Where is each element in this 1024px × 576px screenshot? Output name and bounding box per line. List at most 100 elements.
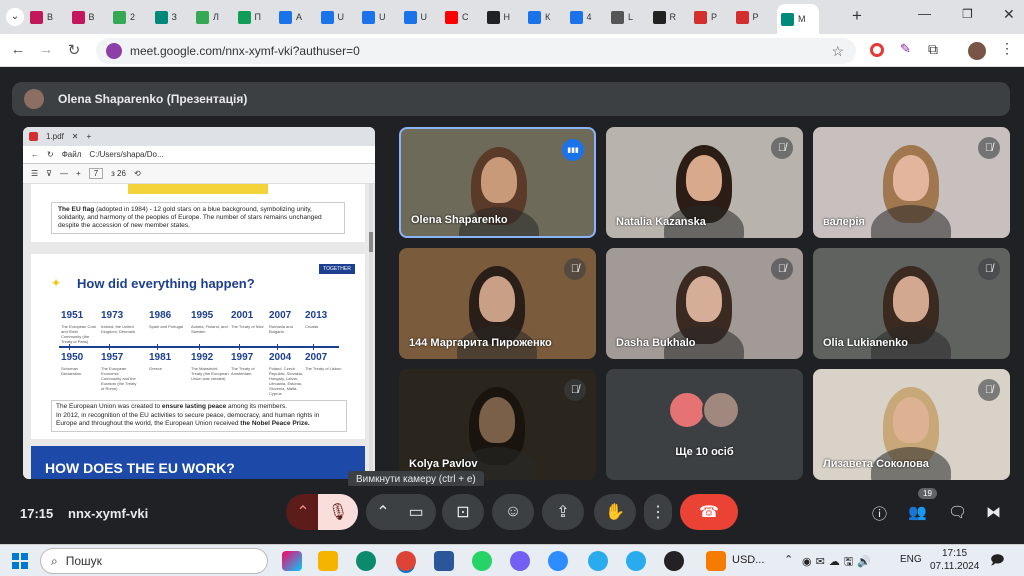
pen-extension-icon[interactable]: ✎ (900, 41, 911, 57)
viber-icon[interactable] (510, 551, 530, 571)
chat-icon[interactable]: 🗨 (948, 503, 967, 521)
browser-tab[interactable]: А (279, 7, 321, 27)
browser-tab[interactable]: R (652, 7, 695, 27)
tab-search-icon[interactable]: ⌄ (6, 8, 24, 26)
participant-face (481, 157, 517, 203)
raise-hand-button[interactable]: ✋ (594, 494, 636, 530)
tab-label: U (379, 12, 386, 22)
video-options-button[interactable]: ⌃ (366, 494, 400, 530)
timeline-heading: How did everything happen? (77, 276, 255, 291)
notifications-icon[interactable]: 🗩 (990, 551, 1004, 573)
timeline-tick (199, 344, 200, 350)
mic-off-button[interactable]: 🎙 (318, 494, 358, 530)
peace-text-1: The European Union was created to (56, 403, 162, 410)
browser-tab[interactable]: Р (694, 7, 736, 27)
browser-tab[interactable]: Н (486, 7, 529, 27)
audio-options-button[interactable]: ⌃ (286, 494, 320, 530)
hang-up-button[interactable]: ☎ (680, 494, 738, 530)
browser-tab[interactable]: С (445, 7, 487, 27)
participants-count-badge: 19 (918, 488, 937, 499)
menu-icon[interactable]: ⋮ (1000, 40, 1014, 57)
restore-icon[interactable]: ❐ (962, 7, 973, 21)
browser-tab[interactable]: З (154, 7, 197, 27)
people-icon[interactable]: 👥 (908, 503, 927, 521)
shared-address-bar: ← ↻ Файл C:/Users/shapa/Do... (23, 146, 375, 164)
browser-tab[interactable]: М (777, 4, 819, 34)
present-button[interactable]: ⇪ (542, 494, 584, 530)
taskbar-search[interactable]: ⌕ Пошук (40, 548, 268, 574)
peace-bold-1: ensure lasting peace (161, 403, 227, 410)
browser-tab[interactable]: К (528, 7, 570, 27)
browser-tab[interactable]: L (611, 7, 653, 27)
meeting-info-icon[interactable]: ⓘ (872, 503, 887, 524)
captions-button[interactable]: ⊡ (442, 494, 484, 530)
close-window-icon[interactable]: ✕ (1003, 6, 1015, 23)
bookmark-star-icon[interactable]: ☆ (831, 43, 844, 60)
participant-tile[interactable]: Kolya Pavlov 🎙̸ (399, 369, 596, 480)
participant-tile[interactable]: Dasha Bukhalo 🎙̸ (606, 248, 803, 359)
file-explorer-icon[interactable] (318, 551, 338, 571)
browser-tab[interactable]: Л (196, 7, 238, 27)
tray-chevron-icon[interactable]: ⌃ (784, 553, 793, 566)
windows-start-icon[interactable] (12, 553, 28, 569)
browser-tab[interactable]: U (320, 7, 363, 27)
minimize-icon[interactable]: — (918, 6, 931, 21)
back-icon[interactable]: ← (8, 41, 28, 58)
activities-icon[interactable]: ⧓ (986, 503, 1001, 521)
tab-favicon (279, 10, 292, 24)
participant-avatar (668, 391, 706, 429)
whatsapp-icon[interactable] (472, 551, 492, 571)
shared-path: C:/Users/shapa/Do... (89, 150, 164, 159)
browser-tab[interactable]: В (30, 7, 72, 27)
url-bar[interactable]: meet.google.com/nnx-xymf-vki?authuser=0 … (96, 38, 856, 64)
browser-tab[interactable]: Р (735, 7, 778, 27)
tab-label: К (545, 12, 551, 22)
extensions-icon[interactable]: ⧉ (928, 41, 938, 58)
tab-favicon (652, 10, 666, 24)
reload-icon[interactable]: ↻ (64, 41, 84, 59)
browser-tab[interactable]: П (237, 7, 280, 27)
media-player-icon[interactable] (664, 551, 684, 571)
camera-button[interactable]: ▭ (396, 494, 436, 530)
participant-tile[interactable]: Olia Lukianenko 🎙̸ (813, 248, 1010, 359)
more-options-button[interactable]: ⋮ (644, 494, 672, 530)
browser-tab[interactable]: В (71, 7, 114, 27)
browser-tab[interactable]: 2 (113, 7, 155, 27)
peace-text-2: among its members. (226, 403, 287, 410)
participant-tile[interactable]: 144 Маргарита Пироженко 🎙̸ (399, 248, 596, 359)
flag-caption-text: (adopted in 1984) - 12 gold stars on a b… (58, 206, 322, 229)
browser-tab[interactable]: 4 (569, 7, 612, 27)
forward-icon[interactable]: → (36, 41, 56, 58)
timeline-year: 2007 (269, 310, 292, 321)
timeline-year: 1950 (61, 352, 84, 363)
currency-widget-icon[interactable] (706, 551, 726, 571)
zoom-icon[interactable] (548, 551, 568, 571)
opera-extension-icon[interactable] (870, 43, 884, 57)
word-icon[interactable] (434, 551, 454, 571)
copilot-icon[interactable] (282, 551, 302, 571)
browser-tab[interactable]: U (403, 7, 446, 27)
pdf-new-tab-icon: + (86, 132, 92, 141)
pdf-page-timeline: TOGETHER ✦ How did everything happen? 19… (31, 254, 365, 439)
participant-tile[interactable]: Лизавета Соколова 🎙̸ (813, 369, 1010, 480)
edge-icon[interactable] (356, 551, 376, 571)
chrome-icon[interactable] (396, 551, 416, 571)
browser-tab[interactable]: U (362, 7, 404, 27)
telegram-2-icon[interactable] (626, 551, 646, 571)
new-tab-button[interactable]: + (852, 6, 862, 26)
pdf-scrollbar[interactable] (369, 184, 373, 479)
presenter-banner: Olena Shaparenko (Презентація) (12, 82, 1010, 116)
emoji-button[interactable]: ☺ (492, 494, 534, 530)
telegram-icon[interactable] (588, 551, 608, 571)
participant-tile[interactable]: Natalia Kazanska 🎙̸ (606, 127, 803, 238)
timeline-year: 1986 (149, 310, 172, 321)
profile-avatar[interactable] (968, 42, 986, 60)
language-indicator[interactable]: ENG (900, 554, 922, 565)
participant-tile[interactable]: валерія 🎙̸ (813, 127, 1010, 238)
tab-favicon (403, 10, 417, 24)
participant-name: Dasha Bukhalo (616, 337, 696, 349)
participant-tile[interactable]: Olena Shaparenko ▮▮▮ (399, 127, 596, 238)
search-icon: ⌕ (51, 553, 58, 568)
participant-tile[interactable]: Ще 10 осіб (606, 369, 803, 480)
pdf-viewer[interactable]: The EU flag (adopted in 1984) - 12 gold … (23, 184, 375, 479)
